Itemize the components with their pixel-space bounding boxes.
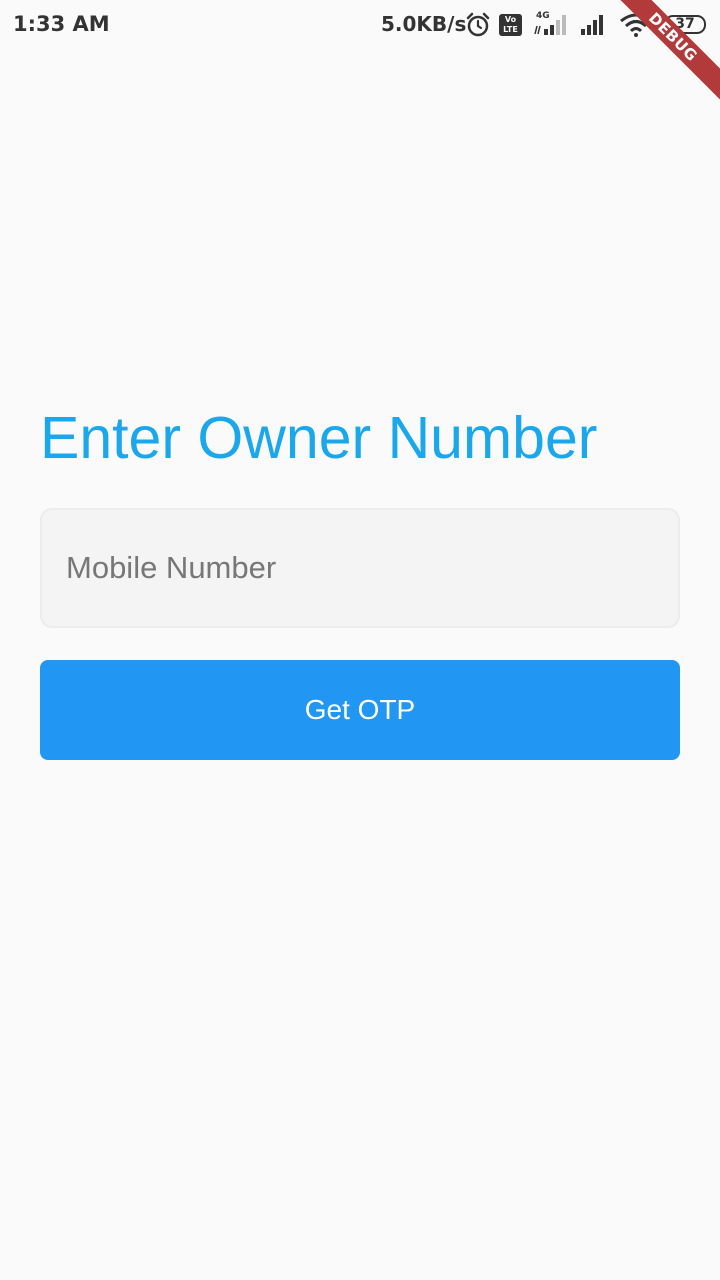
get-otp-button[interactable]: Get OTP bbox=[40, 660, 680, 760]
page-title: Enter Owner Number bbox=[40, 405, 598, 471]
signal-icon bbox=[580, 14, 610, 41]
status-time: 1:33 AM bbox=[13, 12, 110, 36]
signal-icon bbox=[534, 14, 572, 41]
volte-icon: Vo LTE bbox=[499, 14, 522, 36]
alarm-icon bbox=[465, 12, 491, 43]
mobile-number-input[interactable] bbox=[40, 508, 680, 628]
status-bar: 1:33 AM 5.0KB/s Vo LTE 4G 37 bbox=[0, 0, 720, 52]
network-speed: 5.0KB/s bbox=[381, 12, 467, 36]
